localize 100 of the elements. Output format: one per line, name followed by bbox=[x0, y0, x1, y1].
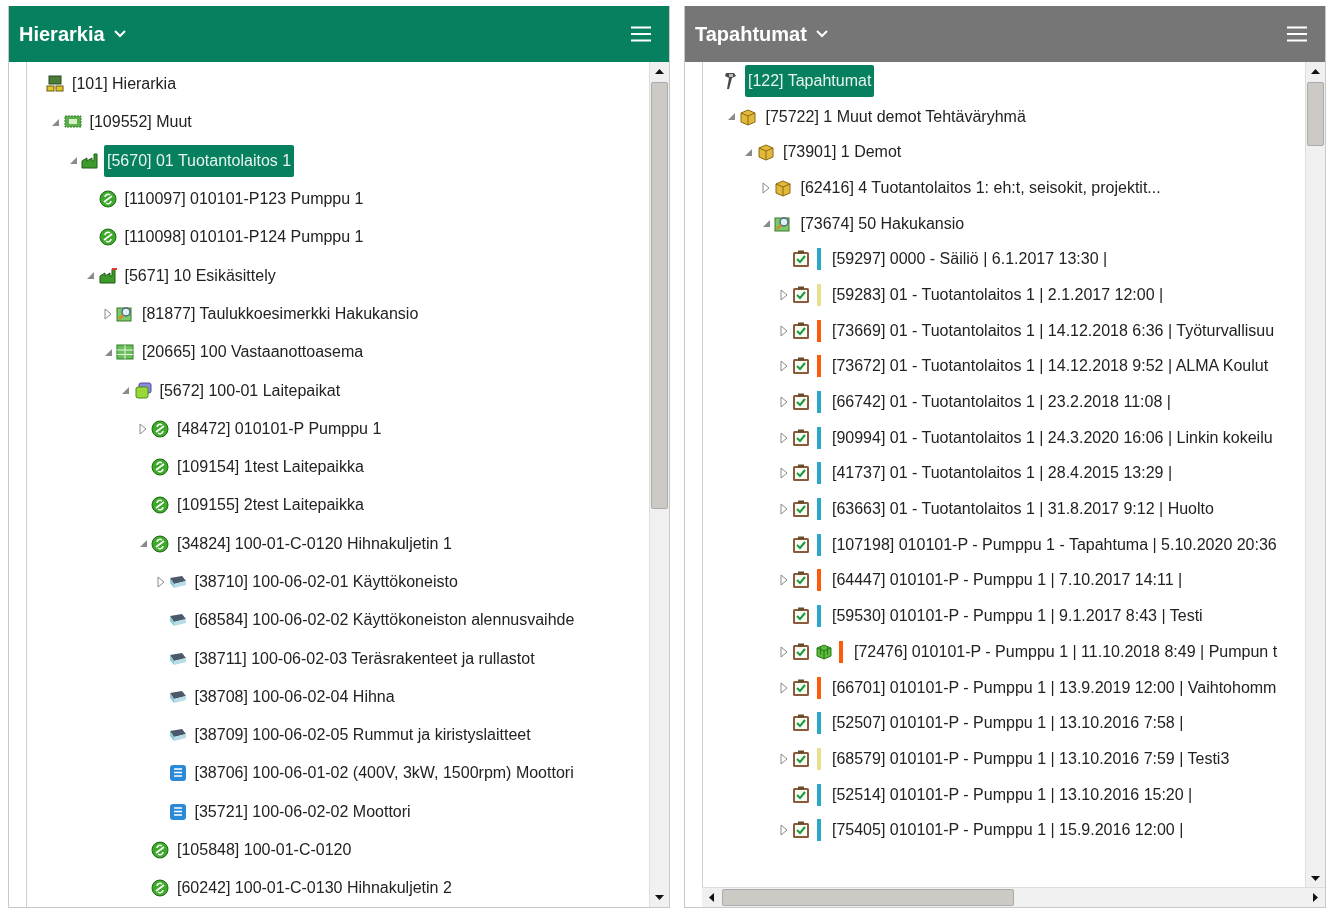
tree-item[interactable]: [63663] 01 - Tuotantolaitos 1 | 31.8.2017 9:12 | Huolto bbox=[828, 493, 1217, 526]
expand-arrow-icon[interactable] bbox=[779, 503, 788, 516]
tree-item[interactable]: [68584] 100-06-02-02 Käyttökoneiston alennusvaihde bbox=[191, 604, 578, 637]
tree-item[interactable]: [52514] 010101-P - Pumppu 1 | 13.10.2016 15:20 | bbox=[828, 778, 1196, 811]
expand-arrow-icon[interactable] bbox=[779, 824, 788, 837]
tree-item[interactable]: [48472] 010101-P Pumppu 1 bbox=[174, 412, 385, 445]
tree-item[interactable]: [105848] 100-01-C-0120 bbox=[174, 834, 355, 867]
circle-link-icon bbox=[150, 457, 170, 478]
collapse-arrow-icon[interactable] bbox=[86, 271, 95, 281]
tree-item[interactable]: [5670] 01 Tuotantolaitos 1 bbox=[104, 144, 295, 177]
expand-arrow-icon[interactable] bbox=[104, 307, 112, 320]
collapse-arrow-icon[interactable] bbox=[761, 219, 771, 229]
scroll-right-arrow-icon[interactable] bbox=[1313, 893, 1319, 902]
collapse-arrow-icon[interactable] bbox=[744, 147, 754, 157]
tree-item[interactable]: [35721] 100-06-02-02 Moottori bbox=[191, 795, 414, 828]
scroll-up-arrow-icon[interactable] bbox=[654, 68, 664, 74]
clipboard-check-icon bbox=[790, 748, 811, 769]
tree-item[interactable]: [66742] 01 - Tuotantolaitos 1 | 23.2.2018 11:08 | bbox=[828, 386, 1174, 419]
tree-item[interactable]: [81877] Taulukkoesimerkki Hakukansio bbox=[139, 297, 422, 330]
clipboard-check-icon bbox=[790, 463, 811, 484]
tree-item[interactable]: [90994] 01 - Tuotantolaitos 1 | 24.3.2020 16:06 | Linkin kokeilu bbox=[828, 421, 1276, 454]
tree-item[interactable]: [38710] 100-06-02-01 Käyttökoneisto bbox=[191, 566, 461, 598]
chevron-down-icon bbox=[814, 29, 829, 39]
tree-item[interactable]: [66701] 010101-P - Pumppu 1 | 13.9.2019 12:00 | Vaihtohomm bbox=[828, 671, 1280, 704]
expand-arrow-icon[interactable] bbox=[779, 431, 788, 444]
collapse-arrow-icon[interactable] bbox=[726, 112, 736, 122]
tree-item[interactable]: [107198] 010101-P - Pumppu 1 - Tapahtuma | 5.10.2020 20:36 bbox=[828, 528, 1280, 561]
scroll-up-arrow-icon[interactable] bbox=[1311, 68, 1320, 74]
expand-arrow-icon[interactable] bbox=[156, 576, 165, 588]
clipboard-check-icon bbox=[790, 606, 811, 627]
tree-item[interactable]: [73674] 50 Hakukansio bbox=[797, 207, 968, 240]
tree-item[interactable]: [34824] 100-01-C-0120 Hihnakuljetin 1 bbox=[174, 527, 455, 560]
tree-item[interactable]: [60242] 100-01-C-0130 Hihnakuljetin 2 bbox=[174, 872, 455, 905]
clipboard-check-icon bbox=[790, 641, 811, 662]
tree-item[interactable]: [72476] 010101-P - Pumppu 1 | 11.10.2018 8:49 | Pumpun t bbox=[850, 635, 1281, 668]
expand-arrow-icon[interactable] bbox=[779, 752, 788, 765]
collapse-arrow-icon[interactable] bbox=[103, 347, 113, 357]
menu-icon[interactable] bbox=[1287, 26, 1307, 42]
panel-title-dropdown[interactable]: Tapahtumat bbox=[694, 22, 829, 46]
stacked-squares-icon bbox=[132, 380, 153, 401]
tree-item[interactable]: [73669] 01 - Tuotantolaitos 1 | 14.12.2018 6:36 | Työturvallisuu bbox=[828, 314, 1278, 347]
tree-item[interactable]: [109155] 2test Laitepaikka bbox=[174, 489, 367, 522]
scroll-thumb[interactable] bbox=[1307, 82, 1324, 146]
table-icon bbox=[115, 342, 135, 363]
collapse-arrow-icon[interactable] bbox=[138, 539, 148, 549]
tree-item[interactable]: [59530] 010101-P - Pumppu 1 | 9.1.2017 8:43 | Testi bbox=[828, 600, 1206, 633]
tree-item[interactable]: [68579] 010101-P - Pumppu 1 | 13.10.2016 7:59 | Testi3 bbox=[828, 742, 1233, 775]
clipboard-check-icon bbox=[790, 356, 811, 377]
tree-item[interactable]: [59283] 01 - Tuotantolaitos 1 | 2.1.2017 12:00 | bbox=[828, 278, 1167, 311]
tree-item[interactable]: [101] Hierarkia bbox=[69, 68, 180, 101]
clipboard-check-icon bbox=[790, 249, 811, 270]
tree-item[interactable]: [110098] 010101-P124 Pumppu 1 bbox=[121, 221, 367, 254]
collapse-arrow-icon[interactable] bbox=[121, 386, 130, 395]
expand-arrow-icon[interactable] bbox=[779, 681, 788, 694]
panel-title-dropdown[interactable]: Hierarkia bbox=[19, 22, 127, 46]
tree-item[interactable]: [64447] 010101-P - Pumppu 1 | 7.10.2017 14:11 | bbox=[828, 564, 1186, 597]
expand-arrow-icon[interactable] bbox=[779, 288, 788, 301]
tree-item[interactable]: [73672] 01 - Tuotantolaitos 1 | 14.12.2018 9:52 | ALMA Koulut bbox=[828, 350, 1272, 383]
tree-item[interactable]: [109552] Muut bbox=[86, 106, 195, 139]
expand-arrow-icon[interactable] bbox=[779, 396, 788, 409]
expand-arrow-icon[interactable] bbox=[139, 422, 147, 435]
collapse-arrow-icon[interactable] bbox=[68, 156, 78, 166]
collapse-arrow-icon[interactable] bbox=[51, 117, 60, 127]
scroll-thumb[interactable] bbox=[650, 82, 668, 509]
clipboard-check-icon bbox=[790, 570, 811, 591]
tree-item[interactable]: [20665] 100 Vastaanottoasema bbox=[139, 336, 367, 369]
clipboard-check-icon bbox=[790, 784, 811, 805]
scroll-down-arrow-icon[interactable] bbox=[1311, 876, 1320, 882]
vertical-scrollbar[interactable] bbox=[1305, 62, 1325, 888]
tree-item[interactable]: [75405] 010101-P - Pumppu 1 | 15.9.2016 12:00 | bbox=[828, 814, 1187, 847]
tree-item[interactable]: [59297] 0000 - Säiliö | 6.1.2017 13:30 | bbox=[828, 243, 1111, 276]
tree-item[interactable]: [41737] 01 - Tuotantolaitos 1 | 28.4.2015 13:29 | bbox=[828, 457, 1176, 490]
tree-item[interactable]: [109154] 1test Laitepaikka bbox=[174, 451, 367, 484]
tree-item[interactable]: [38711] 100-06-02-03 Teräsrakenteet ja rullastot bbox=[191, 642, 538, 675]
scroll-down-arrow-icon[interactable] bbox=[654, 895, 664, 901]
tree-item[interactable]: [75722] 1 Muut demot Tehtäväryhmä bbox=[762, 100, 1029, 133]
tree-item[interactable]: [110097] 010101-P123 Pumppu 1 bbox=[121, 183, 367, 216]
tree-item[interactable]: [62416] 4 Tuotantolaitos 1: eh:t, seisokit, projektit... bbox=[797, 171, 1164, 204]
tree-item[interactable]: [52507] 010101-P - Pumppu 1 | 13.10.2016 7:58 | bbox=[828, 707, 1187, 740]
tree-item[interactable]: [73901] 1 Demot bbox=[779, 136, 905, 169]
menu-icon[interactable] bbox=[630, 26, 651, 42]
scroll-thumb[interactable] bbox=[721, 889, 1014, 906]
circle-link-icon bbox=[150, 495, 170, 516]
box-icon bbox=[773, 177, 794, 198]
expand-arrow-icon[interactable] bbox=[779, 324, 788, 337]
expand-arrow-icon[interactable] bbox=[779, 467, 788, 480]
scroll-left-arrow-icon[interactable] bbox=[707, 893, 714, 902]
vertical-scrollbar[interactable] bbox=[648, 62, 669, 907]
tree-item[interactable]: [5671] 10 Esikäsittely bbox=[121, 259, 279, 292]
expand-arrow-icon[interactable] bbox=[779, 360, 788, 373]
expand-arrow-icon[interactable] bbox=[779, 574, 788, 587]
tree-item[interactable]: [5672] 100-01 Laitepaikat bbox=[156, 374, 344, 407]
tree-item[interactable]: [38709] 100-06-02-05 Rummut ja kiristyslaitteet bbox=[191, 719, 534, 752]
tree-item[interactable]: [38706] 100-06-01-02 (400V, 3kW, 1500rpm) Moottori bbox=[191, 757, 577, 790]
horizontal-scrollbar[interactable] bbox=[701, 887, 1325, 907]
tree-item[interactable]: [122] Tapahtumat bbox=[744, 64, 875, 97]
document-icon bbox=[167, 801, 188, 822]
expand-arrow-icon[interactable] bbox=[762, 181, 771, 194]
expand-arrow-icon[interactable] bbox=[779, 645, 788, 658]
tree-item[interactable]: [38708] 100-06-02-04 Hihna bbox=[191, 680, 398, 713]
